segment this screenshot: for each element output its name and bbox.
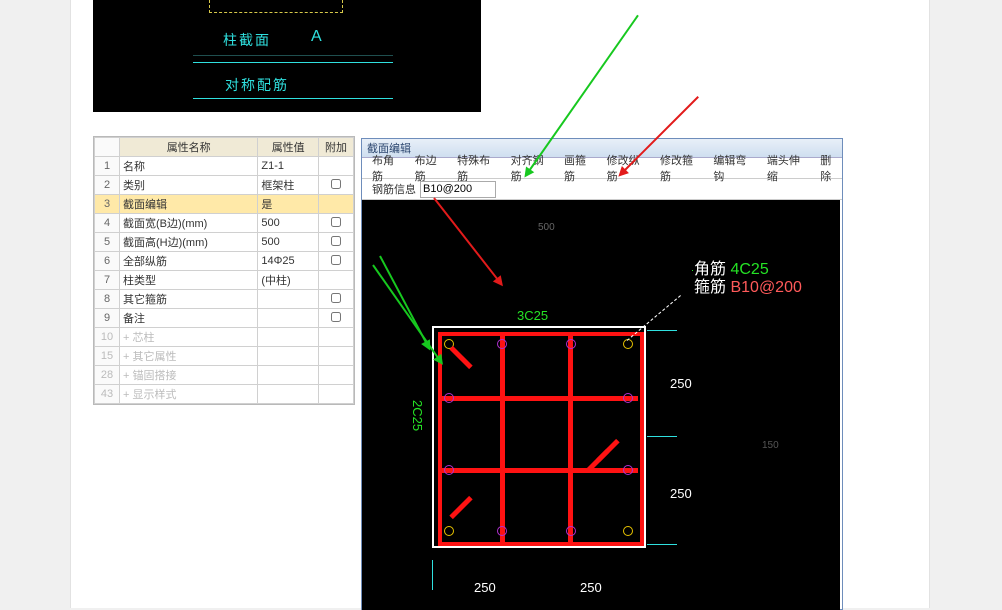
dim-right-1: 250 <box>670 376 692 391</box>
prop-val[interactable]: Z1-1 <box>258 157 319 176</box>
stirrup-h2 <box>440 468 638 473</box>
tool-corner[interactable]: 布角筋 <box>372 152 405 184</box>
stirrup-v2 <box>568 334 573 542</box>
stirrup-v1 <box>500 334 505 542</box>
col-value: 属性值 <box>258 138 319 157</box>
tool-draw-stirrup[interactable]: 画箍筋 <box>564 152 597 184</box>
cad-label-sym: 对称配筋 <box>225 75 289 95</box>
rebar-info-input[interactable] <box>420 181 496 198</box>
section-editor: 截面编辑 布角筋 布边筋 特殊布筋 对齐钢筋 画箍筋 修改纵筋 修改箍筋 编辑弯… <box>361 138 843 610</box>
content-card: 柱截面 A 对称配筋 属性名称 属性值 附加 1名称Z1-1 2类别框架柱 3截… <box>70 0 930 608</box>
prop-extra-check[interactable] <box>331 312 341 322</box>
cad-label-a: A <box>311 28 322 46</box>
dim-bot-1: 250 <box>474 580 496 595</box>
prop-extra-check[interactable] <box>331 293 341 303</box>
cad-snippet-top: 柱截面 A 对称配筋 <box>93 0 481 112</box>
tool-delete[interactable]: 删除 <box>820 152 842 184</box>
editor-canvas[interactable]: 500 <box>362 200 840 610</box>
prop-extra-check[interactable] <box>331 179 341 189</box>
dim-bot-2: 250 <box>580 580 602 595</box>
tool-modify-stirrup[interactable]: 修改箍筋 <box>660 152 703 184</box>
col-name: 属性名称 <box>120 138 258 157</box>
prop-extra-check[interactable] <box>331 236 341 246</box>
editor-toolbar: 布角筋 布边筋 特殊布筋 对齐钢筋 画箍筋 修改纵筋 修改箍筋 编辑弯钩 端头伸… <box>362 158 842 179</box>
prop-extra-check[interactable] <box>331 255 341 265</box>
property-panel: 属性名称 属性值 附加 1名称Z1-1 2类别框架柱 3截面编辑是 4截面宽(B… <box>93 136 355 405</box>
rebar-info-label: 钢筋信息 <box>372 181 416 197</box>
stirrup-h1 <box>440 396 638 401</box>
tool-edge[interactable]: 布边筋 <box>415 152 448 184</box>
cad-section-box <box>209 0 343 13</box>
prop-extra-check[interactable] <box>331 217 341 227</box>
dim-side-150: 150 <box>762 440 779 451</box>
dim-right-2: 250 <box>670 486 692 501</box>
prop-name[interactable]: 名称 <box>120 157 258 176</box>
tool-edit-hook[interactable]: 编辑弯钩 <box>713 152 756 184</box>
tool-special[interactable]: 特殊布筋 <box>457 152 500 184</box>
cad-label-section: 柱截面 <box>223 30 271 50</box>
dim-left-2c25: 2C25 <box>410 400 425 431</box>
dim-top-3c25: 3C25 <box>517 308 548 323</box>
note-stirrup: 箍筋 B10@200 <box>694 273 802 297</box>
tool-end-extend[interactable]: 端头伸缩 <box>767 152 810 184</box>
dim-top-500: 500 <box>538 222 555 233</box>
col-extra: 附加 <box>319 138 354 157</box>
